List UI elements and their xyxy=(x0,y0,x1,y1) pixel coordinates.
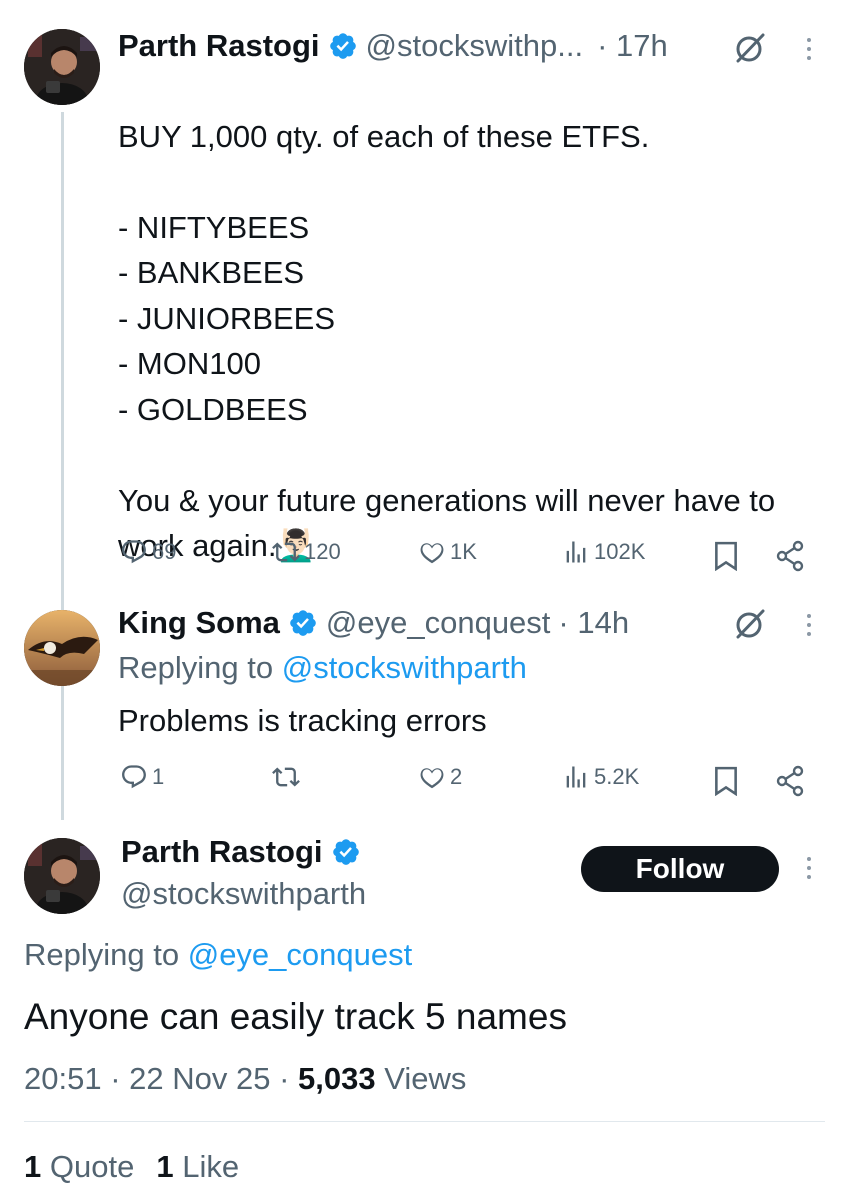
replying-prefix: Replying to xyxy=(118,650,282,685)
reply-icon xyxy=(122,765,146,789)
replying-handle-link[interactable]: @eye_conquest xyxy=(188,937,413,972)
main-tweet-text: Anyone can easily track 5 names xyxy=(24,996,567,1037)
reply-button[interactable]: 69 xyxy=(120,538,176,566)
thread-line-2 xyxy=(61,694,64,810)
engagement-stats: 1 Quote 1 Like xyxy=(24,1149,239,1185)
quotes-link[interactable]: 1 Quote xyxy=(24,1149,134,1185)
views-count: 5.2K xyxy=(594,764,640,789)
replying-to: Replying to @eye_conquest xyxy=(24,937,412,973)
avatar-king-soma[interactable] xyxy=(24,610,100,686)
tweet-meta: 20:51 · 22 Nov 25 · 5,033 Views xyxy=(24,1061,467,1096)
follow-button[interactable]: Follow xyxy=(581,846,779,892)
views-label: Views xyxy=(384,1061,467,1096)
views-count: 5,033 xyxy=(298,1061,376,1096)
bookmark-icon[interactable] xyxy=(713,766,739,796)
author-handle[interactable]: @stockswithp... xyxy=(366,28,584,64)
quotes-count: 1 xyxy=(24,1149,42,1184)
like-count: 2 xyxy=(450,764,463,789)
tweet-body: BUY 1,000 qty. of each of these ETFS. - … xyxy=(118,68,818,569)
views-button[interactable]: 102K xyxy=(562,538,645,566)
analytics-icon xyxy=(566,766,586,788)
likes-link[interactable]: 1 Like xyxy=(156,1149,239,1185)
replying-handle-link[interactable]: @stockswithparth xyxy=(282,650,527,685)
avatar-parth[interactable] xyxy=(24,29,100,105)
tweet2-header: King Soma @eye_conquest · 14h xyxy=(118,605,629,641)
reply-count: 1 xyxy=(152,764,165,789)
tweet-text: Problems is tracking errors xyxy=(118,703,487,738)
tweet1-header: Parth Rastogi @stockswithp... · 17h xyxy=(118,28,668,64)
tweet-text: BUY 1,000 qty. of each of these ETFS. - … xyxy=(118,118,776,564)
replying-prefix: Replying to xyxy=(24,937,188,972)
avatar-parth-main[interactable] xyxy=(24,838,100,914)
tweet-time[interactable]: · 14h xyxy=(558,605,629,641)
reply-button[interactable]: 1 xyxy=(120,763,164,791)
author-name[interactable]: Parth Rastogi xyxy=(118,28,320,64)
more-options-icon[interactable] xyxy=(805,857,813,879)
views-button[interactable]: 5.2K xyxy=(562,763,639,791)
tweet-date[interactable]: 22 Nov 25 xyxy=(129,1061,270,1096)
heart-icon xyxy=(420,543,444,564)
tweet-time[interactable]: 20:51 xyxy=(24,1061,102,1096)
retweet-button[interactable]: 120 xyxy=(272,538,341,566)
author-handle[interactable]: @stockswithparth xyxy=(121,876,366,912)
quotes-label: Quote xyxy=(49,1149,135,1184)
verified-badge-icon xyxy=(329,33,356,59)
heart-icon xyxy=(420,768,444,789)
more-options-icon[interactable] xyxy=(805,38,813,60)
grok-icon[interactable] xyxy=(733,607,767,641)
tweet-time[interactable]: · 17h xyxy=(597,28,668,64)
reply-count: 69 xyxy=(152,539,177,564)
divider xyxy=(24,1121,825,1122)
like-button[interactable]: 1K xyxy=(418,538,477,566)
like-button[interactable]: 2 xyxy=(418,763,462,791)
more-options-icon[interactable] xyxy=(805,614,813,636)
share-icon[interactable] xyxy=(775,765,805,797)
author-name[interactable]: King Soma xyxy=(118,605,280,641)
retweet-count: 120 xyxy=(304,539,341,564)
bookmark-icon[interactable] xyxy=(713,541,739,571)
author-handle[interactable]: @eye_conquest xyxy=(326,605,551,641)
share-icon[interactable] xyxy=(775,540,805,572)
likes-label: Like xyxy=(182,1149,240,1184)
main-author: Parth Rastogi xyxy=(121,834,361,870)
like-count: 1K xyxy=(450,539,477,564)
replying-to: Replying to @stockswithparth xyxy=(118,650,527,686)
verified-badge-icon xyxy=(290,610,316,636)
retweet-icon xyxy=(272,767,300,787)
grok-icon[interactable] xyxy=(733,31,767,65)
reply-icon xyxy=(122,540,146,564)
views-count: 102K xyxy=(594,539,646,564)
verified-badge-icon xyxy=(332,839,359,865)
retweet-icon xyxy=(272,542,300,562)
author-name[interactable]: Parth Rastogi xyxy=(121,834,323,870)
likes-count: 1 xyxy=(156,1149,174,1184)
analytics-icon xyxy=(566,541,586,563)
retweet-button[interactable] xyxy=(272,763,304,791)
